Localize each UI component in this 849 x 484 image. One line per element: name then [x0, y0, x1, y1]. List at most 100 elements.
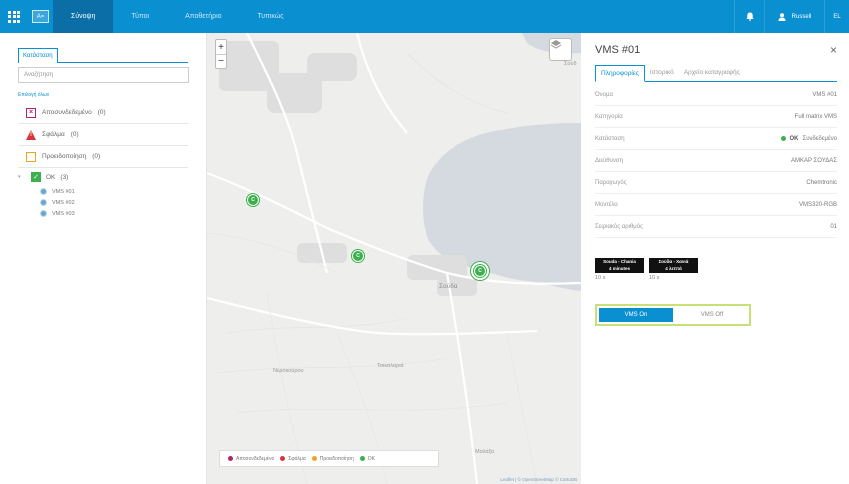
- user-icon: [778, 12, 786, 21]
- vms-on-button[interactable]: VMS On: [597, 306, 675, 324]
- property-value: 01: [830, 223, 837, 230]
- device-item[interactable]: VMS #03: [18, 208, 188, 219]
- property-row: Κατηγορία Full matrix VMS: [595, 106, 837, 128]
- map-label-village: Μαλάξα: [475, 449, 495, 455]
- tab-info[interactable]: Πληροφορίες: [595, 65, 645, 82]
- property-key: Παραγωγός: [595, 179, 627, 186]
- sign-face: Souda - Chania 4 minutes: [595, 258, 644, 273]
- category-label: Προειδοποίηση: [42, 153, 87, 160]
- device-label: VMS #02: [52, 199, 75, 206]
- device-item[interactable]: VMS #02: [18, 197, 188, 208]
- vms-marker[interactable]: C: [247, 194, 259, 206]
- category-count: (0): [97, 109, 106, 116]
- device-status-icon: [40, 188, 47, 195]
- map-label-town: Σούδα: [439, 283, 458, 290]
- layers-icon: [550, 40, 562, 49]
- details-panel: VMS #01 × Πληροφορίες Ιστορικό Αρχείο κα…: [581, 33, 849, 484]
- details-title: VMS #01: [595, 44, 641, 56]
- vms-marker[interactable]: C: [352, 250, 364, 262]
- sign-message[interactable]: Σούδα - Χανιά 4 λεπτά 10 s: [649, 258, 698, 281]
- category-count: (0): [92, 153, 101, 160]
- category-error[interactable]: ! Σφάλμα (0): [18, 124, 188, 146]
- property-key: Μοντέλο: [595, 201, 618, 208]
- category-list: × Αποσυνδεδεμένο (0) ! Σφάλμα (0) Προειδ…: [18, 102, 188, 219]
- bell-icon: [745, 12, 754, 21]
- category-ok[interactable]: ▾ ✓ OK (3): [18, 168, 188, 186]
- category-warning[interactable]: Προειδοποίηση (0): [18, 146, 188, 168]
- disconnected-icon: ×: [26, 107, 36, 118]
- nav-tab-formal[interactable]: Τυπικώς: [240, 0, 302, 33]
- chevron-down-icon[interactable]: ▾: [18, 174, 26, 180]
- property-key: Διεύθυνση: [595, 157, 623, 164]
- device-label: VMS #01: [52, 188, 75, 195]
- property-value: ΑΜΚΑΡ ΣΟΥΔΑΣ: [790, 157, 837, 164]
- property-value: Full matrix VMS: [794, 113, 837, 120]
- property-key: Όνομα: [595, 91, 613, 98]
- vms-power-toggle: VMS On VMS Off: [595, 304, 751, 326]
- category-count: (3): [60, 173, 69, 181]
- tab-log[interactable]: Αρχείο καταγραφής: [679, 65, 745, 81]
- sign-duration: 10 s: [595, 275, 606, 281]
- property-row: Κατάσταση OK Συνδεδεμένο: [595, 128, 837, 150]
- map-attribution[interactable]: Leaflet | © OpenStreetMap © CartoDB: [500, 477, 577, 482]
- property-row: Παραγωγός Chemtronic: [595, 172, 837, 194]
- legend-item: Αποσυνδεδεμένο: [228, 456, 274, 462]
- sign-duration: 10 s: [649, 275, 660, 281]
- ok-check-icon: ✓: [31, 172, 41, 182]
- property-value: Chemtronic: [806, 179, 837, 186]
- map-view[interactable]: + − Σούδ Σούδα Νεροκούρου Τσικαλαριά Μαλ…: [207, 33, 581, 484]
- tab-history[interactable]: Ιστορικό: [645, 65, 679, 81]
- sign-messages: Souda - Chania 4 minutes 10 s Σούδα - Χα…: [595, 258, 837, 281]
- status-text: Συνδεδεμένο: [802, 135, 838, 142]
- zoom-out-button[interactable]: −: [216, 54, 226, 68]
- warning-icon: [26, 151, 36, 162]
- map-label-village: Τσικαλαριά: [377, 363, 404, 369]
- user-menu-button[interactable]: Russell: [764, 0, 824, 33]
- status-badge: OK: [789, 135, 799, 142]
- search-input[interactable]: Αναζήτηση: [18, 67, 189, 83]
- vms-off-button[interactable]: VMS Off: [675, 306, 749, 324]
- property-key: Σειριακός αριθμός: [595, 223, 643, 230]
- error-icon: !: [26, 129, 36, 140]
- sign-message[interactable]: Souda - Chania 4 minutes 10 s: [595, 258, 644, 281]
- dashboard-card-button[interactable]: A=: [28, 0, 53, 33]
- map-legend: Αποσυνδεδεμένο Σφάλμα Προειδοποίηση OK: [219, 450, 439, 467]
- category-label: Σφάλμα: [42, 131, 65, 138]
- device-label: VMS #03: [52, 210, 75, 217]
- device-status-icon: [40, 199, 47, 206]
- legend-item: Σφάλμα: [280, 456, 306, 462]
- notifications-button[interactable]: [734, 0, 764, 33]
- property-value: VMS #01: [812, 91, 837, 98]
- card-icon: A=: [32, 10, 49, 23]
- layers-button[interactable]: [549, 38, 572, 61]
- property-row: Διεύθυνση ΑΜΚΑΡ ΣΟΥΔΑΣ: [595, 150, 837, 172]
- user-name: Russell: [791, 13, 812, 20]
- status-tab[interactable]: Κατάσταση: [18, 48, 58, 63]
- zoom-control: + −: [215, 39, 227, 69]
- details-tabs: Πληροφορίες Ιστορικό Αρχείο καταγραφής: [595, 65, 837, 82]
- nav-tab-overview[interactable]: Σύνοψη: [53, 0, 114, 33]
- nav-tab-types[interactable]: Τύποι: [113, 0, 167, 33]
- nav-tab-repository[interactable]: Αποθετήριο: [167, 0, 239, 33]
- language-switch[interactable]: EL: [824, 0, 849, 33]
- category-disconnected[interactable]: × Αποσυνδεδεμένο (0): [18, 102, 188, 124]
- zoom-in-button[interactable]: +: [216, 40, 226, 54]
- property-row: Όνομα VMS #01: [595, 84, 837, 106]
- category-count: (0): [70, 131, 79, 138]
- category-label: OK: [46, 173, 56, 181]
- property-row: Μοντέλο VMS320-RGB: [595, 194, 837, 216]
- close-icon[interactable]: ×: [830, 43, 837, 57]
- property-row: Σειριακός αριθμός 01: [595, 216, 837, 238]
- status-value: OK Συνδεδεμένο: [780, 135, 838, 142]
- map-label-village: Νεροκούρου: [273, 368, 304, 374]
- map-base: [207, 33, 581, 484]
- vms-marker-selected[interactable]: C: [474, 265, 486, 277]
- device-item[interactable]: VMS #01: [18, 186, 188, 197]
- property-key: Κατηγορία: [595, 113, 623, 120]
- apps-grid-button[interactable]: [0, 0, 28, 33]
- category-label: Αποσυνδεδεμένο: [42, 109, 92, 116]
- select-all-link[interactable]: Επιλογή όλων: [18, 92, 188, 98]
- sign-face: Σούδα - Χανιά 4 λεπτά: [649, 258, 698, 273]
- property-key: Κατάσταση: [595, 135, 625, 142]
- top-nav: A= Σύνοψη Τύποι Αποθετήριο Τυπικώς Russe…: [0, 0, 849, 33]
